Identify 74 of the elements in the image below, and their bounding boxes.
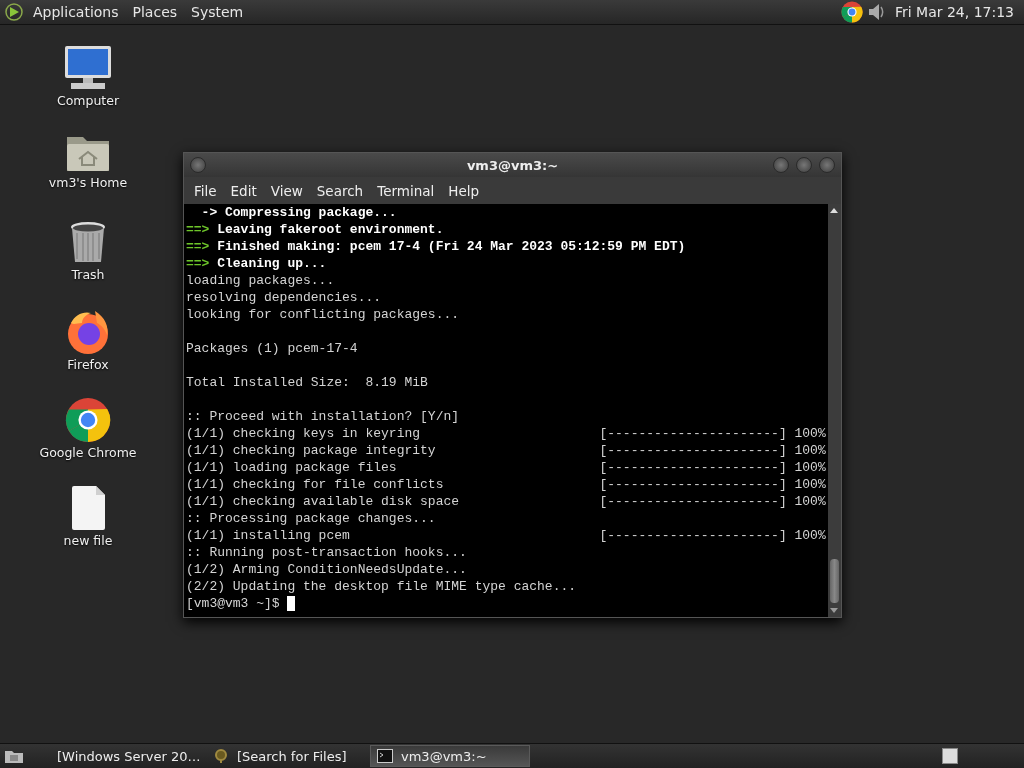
percent-text: 100%: [794, 442, 826, 459]
progress-bar-text: [----------------------]: [599, 425, 787, 442]
output-line: (1/1) loading package files: [186, 459, 398, 476]
output-line: Packages (1) pcem-17-4: [186, 340, 358, 357]
chrome-icon: [840, 1, 863, 23]
arrow-marker: ==>: [186, 255, 210, 272]
menu-item[interactable]: Help: [442, 180, 486, 201]
desktop-icon-label[interactable]: Google Chrome: [39, 445, 137, 460]
menu-item[interactable]: File: [188, 180, 223, 201]
menu-item[interactable]: Terminal: [371, 180, 441, 201]
output-line: (1/1) checking for file conflicts: [186, 476, 445, 493]
desktop-icon-label[interactable]: Trash: [71, 267, 105, 282]
arrow-marker: ==>: [186, 238, 210, 255]
desktop-icon-label[interactable]: Computer: [56, 93, 120, 108]
trash-icon: [69, 221, 107, 265]
percent-text: 100%: [794, 459, 826, 476]
file-icon: [70, 485, 106, 531]
output-line: -> Compressing package...: [200, 204, 397, 221]
show-desktop-icon[interactable]: [4, 748, 24, 764]
progress-bar-text: [----------------------]: [599, 476, 787, 493]
panel-menu[interactable]: System: [186, 2, 249, 22]
taskbar-button[interactable]: [Windows Server 20…: [42, 745, 202, 767]
fox-globe-icon: [65, 309, 111, 355]
terminal-icon: [377, 749, 393, 763]
output-line: resolving dependencies...: [186, 289, 382, 306]
panel-menu[interactable]: Applications: [28, 2, 124, 22]
percent-text: 100%: [794, 476, 826, 493]
output-line: (1/1) checking available disk space: [186, 493, 461, 510]
text-cursor: [287, 596, 296, 611]
panel-menu[interactable]: Places: [127, 2, 183, 22]
desktop-icon-label[interactable]: vm3's Home: [48, 175, 128, 190]
output-line: :: Proceed with installation? [Y/n]: [186, 408, 460, 425]
shell-prompt: [vm3@vm3 ~]$: [186, 595, 281, 612]
output-line: (1/1) checking package integrity: [186, 442, 437, 459]
progress-bar-text: [----------------------]: [599, 493, 787, 510]
menu-item[interactable]: Edit: [224, 180, 263, 201]
output-line: Leaving fakeroot environment.: [216, 221, 444, 238]
output-line: (1/2) Arming ConditionNeedsUpdate...: [186, 561, 467, 578]
output-line: Finished making: pcem 17-4 (Fri 24 Mar 2023 05:12:59 PM EDT): [216, 238, 686, 255]
speaker-icon[interactable]: [866, 2, 885, 22]
output-line: :: Running post-transaction hooks...: [186, 544, 467, 561]
desktop-icon-label[interactable]: new file: [63, 533, 113, 548]
percent-text: 100%: [794, 493, 826, 510]
percent-text: 100%: [794, 527, 826, 544]
output-line: looking for conflicting packages...: [186, 306, 460, 323]
clock[interactable]: Fri Mar 24, 17:13: [888, 4, 1020, 20]
menu-item[interactable]: View: [264, 180, 309, 201]
maximize-button[interactable]: [796, 157, 812, 173]
arrow-marker: ==>: [186, 221, 210, 238]
output-line: :: Processing package changes...: [186, 510, 436, 527]
taskbar-button[interactable]: vm3@vm3:~: [370, 745, 530, 767]
close-button[interactable]: [819, 157, 835, 173]
minimize-button[interactable]: [773, 157, 789, 173]
monitor-icon: [63, 45, 113, 91]
menu-logo-icon: [4, 2, 24, 22]
output-line: Total Installed Size: 8.19 MiB: [186, 374, 428, 391]
taskbar-button[interactable]: [Search for Files]: [206, 745, 366, 767]
menu-item[interactable]: Search: [310, 180, 370, 201]
progress-bar-text: [----------------------]: [599, 459, 787, 476]
scrollbar[interactable]: [828, 204, 841, 617]
output-line: Cleaning up...: [216, 255, 327, 272]
progress-bar-text: [----------------------]: [599, 527, 787, 544]
window-menu-button[interactable]: [190, 157, 206, 173]
desktop-icon-label[interactable]: Firefox: [67, 357, 109, 372]
window-title: vm3@vm3:~: [466, 157, 559, 173]
chrome-icon: [65, 397, 111, 443]
magnifier-icon: [213, 748, 229, 764]
percent-text: 100%: [794, 425, 826, 442]
workspace-switcher[interactable]: [942, 748, 958, 764]
output-line: (1/1) checking keys in keyring: [186, 425, 422, 442]
output-line: (1/1) installing pcem: [186, 527, 351, 544]
output-line: loading packages...: [186, 272, 335, 289]
output-line: (2/2) Updating the desktop file MIME type cache...: [186, 578, 577, 595]
progress-bar-text: [----------------------]: [599, 442, 787, 459]
